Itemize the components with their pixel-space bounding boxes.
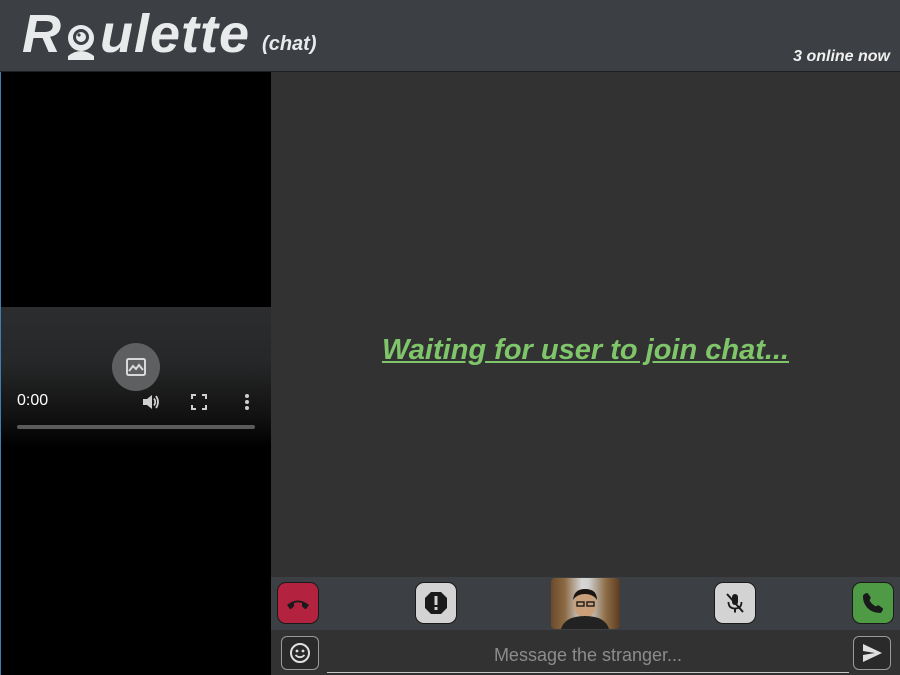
emoji-button[interactable] xyxy=(281,636,319,670)
broken-image-icon xyxy=(112,343,160,391)
call-toolbar xyxy=(271,577,900,630)
message-bar xyxy=(271,630,900,675)
logo-text: ulette xyxy=(100,4,251,64)
smiley-icon xyxy=(290,643,310,663)
stranger-video: 0:00 xyxy=(0,72,271,675)
video-time: 0:00 xyxy=(17,392,49,409)
logo-subtitle: (chat) xyxy=(262,33,317,55)
volume-icon[interactable] xyxy=(140,391,162,413)
online-count: 3 online now xyxy=(793,48,890,65)
video-controls: 0:00 xyxy=(1,307,271,447)
message-input[interactable] xyxy=(327,638,849,673)
send-button[interactable] xyxy=(853,636,891,670)
logo[interactable]: R ulette (chat) xyxy=(22,4,316,64)
phone-hangup-icon xyxy=(287,600,309,609)
video-progress-bar[interactable] xyxy=(17,425,255,429)
webcam-icon xyxy=(64,14,98,64)
phone-icon xyxy=(862,593,883,613)
header: R ulette (chat) 3 online now xyxy=(0,0,900,72)
chat-area: Waiting for user to join chat... xyxy=(271,72,900,577)
hangup-button[interactable] xyxy=(277,582,319,624)
mute-button[interactable] xyxy=(714,582,756,624)
self-view-thumbnail[interactable] xyxy=(551,578,620,629)
call-button[interactable] xyxy=(852,582,894,624)
report-button[interactable] xyxy=(415,582,457,624)
more-options-icon[interactable] xyxy=(236,391,258,413)
microphone-off-icon xyxy=(726,593,744,613)
logo-letter: R xyxy=(22,4,62,64)
waiting-message: Waiting for user to join chat... xyxy=(381,334,790,366)
exclamation-icon xyxy=(425,592,447,614)
fullscreen-icon[interactable] xyxy=(188,391,210,413)
send-icon xyxy=(863,644,882,662)
